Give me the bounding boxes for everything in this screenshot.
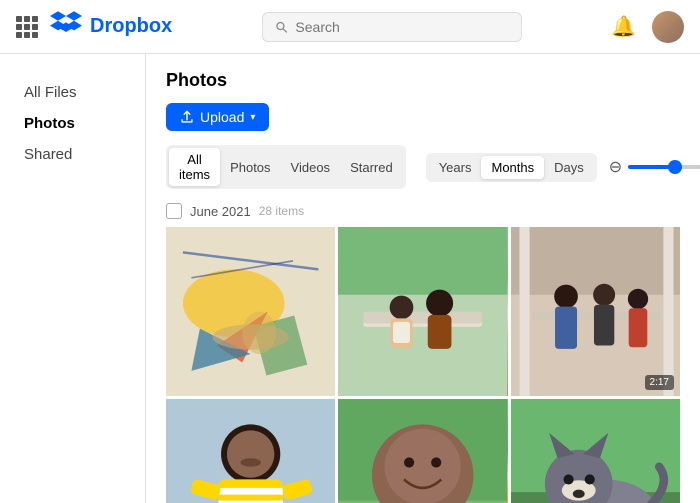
filter-days[interactable]: Days: [544, 156, 594, 179]
upload-label: Upload: [200, 109, 244, 125]
filter-photos[interactable]: Photos: [220, 156, 280, 179]
video-duration-badge: 2:17: [645, 375, 674, 390]
photo-item-boy1[interactable]: [166, 399, 335, 503]
photo-grid: 2:17: [166, 227, 680, 503]
zoom-slider[interactable]: [628, 165, 700, 169]
zoom-out-icon[interactable]: ⊖: [609, 157, 622, 177]
header: Dropbox 🔔: [0, 0, 700, 54]
dropbox-logo[interactable]: Dropbox: [50, 8, 172, 45]
search-input[interactable]: [295, 19, 508, 35]
filter-years[interactable]: Years: [429, 156, 482, 179]
photo-item-porch[interactable]: 2:17: [511, 227, 680, 396]
avatar[interactable]: [652, 11, 684, 43]
sidebar: All Files Photos Shared: [0, 54, 145, 503]
search-bar[interactable]: [262, 12, 522, 42]
photo-item-dog[interactable]: [511, 399, 680, 503]
sidebar-item-shared[interactable]: Shared: [16, 140, 129, 169]
filter-months[interactable]: Months: [481, 156, 544, 179]
photo-porch-image: [511, 227, 680, 396]
photo-boy2-image: [338, 399, 507, 503]
photo-boy1-image: [166, 399, 335, 503]
sidebar-item-all-files[interactable]: All Files: [16, 78, 129, 107]
page-title: Photos: [166, 70, 680, 91]
photo-item-family1[interactable]: [338, 227, 507, 396]
photo-item-boy2[interactable]: [338, 399, 507, 503]
photo-art-image: [166, 227, 335, 396]
filter-all-items[interactable]: All items: [169, 148, 220, 186]
filter-starred[interactable]: Starred: [340, 156, 403, 179]
dropbox-icon: [50, 8, 82, 45]
zoom-controls: ⊖ ⊕: [609, 157, 700, 177]
upload-button[interactable]: Upload ▾: [166, 103, 269, 131]
time-filter-group: Years Months Days: [426, 153, 597, 182]
header-left: Dropbox: [16, 8, 172, 45]
section-count: 28 items: [259, 204, 304, 218]
header-center: [172, 12, 611, 42]
filter-videos[interactable]: Videos: [281, 156, 341, 179]
photo-family1-image: [338, 227, 507, 396]
photo-dog-image: [511, 399, 680, 503]
section-date-label: June 2021: [190, 204, 251, 219]
header-right: 🔔: [611, 11, 684, 43]
dropbox-label: Dropbox: [90, 15, 172, 38]
layout: All Files Photos Shared Photos Upload ▾ …: [0, 54, 700, 503]
sidebar-item-photos[interactable]: Photos: [16, 109, 129, 138]
search-icon: [275, 20, 288, 34]
grid-menu-icon[interactable]: [16, 16, 38, 38]
type-filter-group: All items Photos Videos Starred: [166, 145, 406, 189]
upload-icon: [180, 110, 194, 124]
main-content: Photos Upload ▾ All items Photos Videos …: [145, 54, 700, 503]
upload-chevron-icon: ▾: [250, 112, 255, 123]
filter-bar: All items Photos Videos Starred Years Mo…: [166, 145, 680, 189]
section-checkbox[interactable]: [166, 203, 182, 219]
section-header: June 2021 28 items: [166, 203, 680, 219]
notification-bell-icon[interactable]: 🔔: [611, 14, 636, 39]
photo-item-art[interactable]: [166, 227, 335, 396]
avatar-image: [652, 11, 684, 43]
